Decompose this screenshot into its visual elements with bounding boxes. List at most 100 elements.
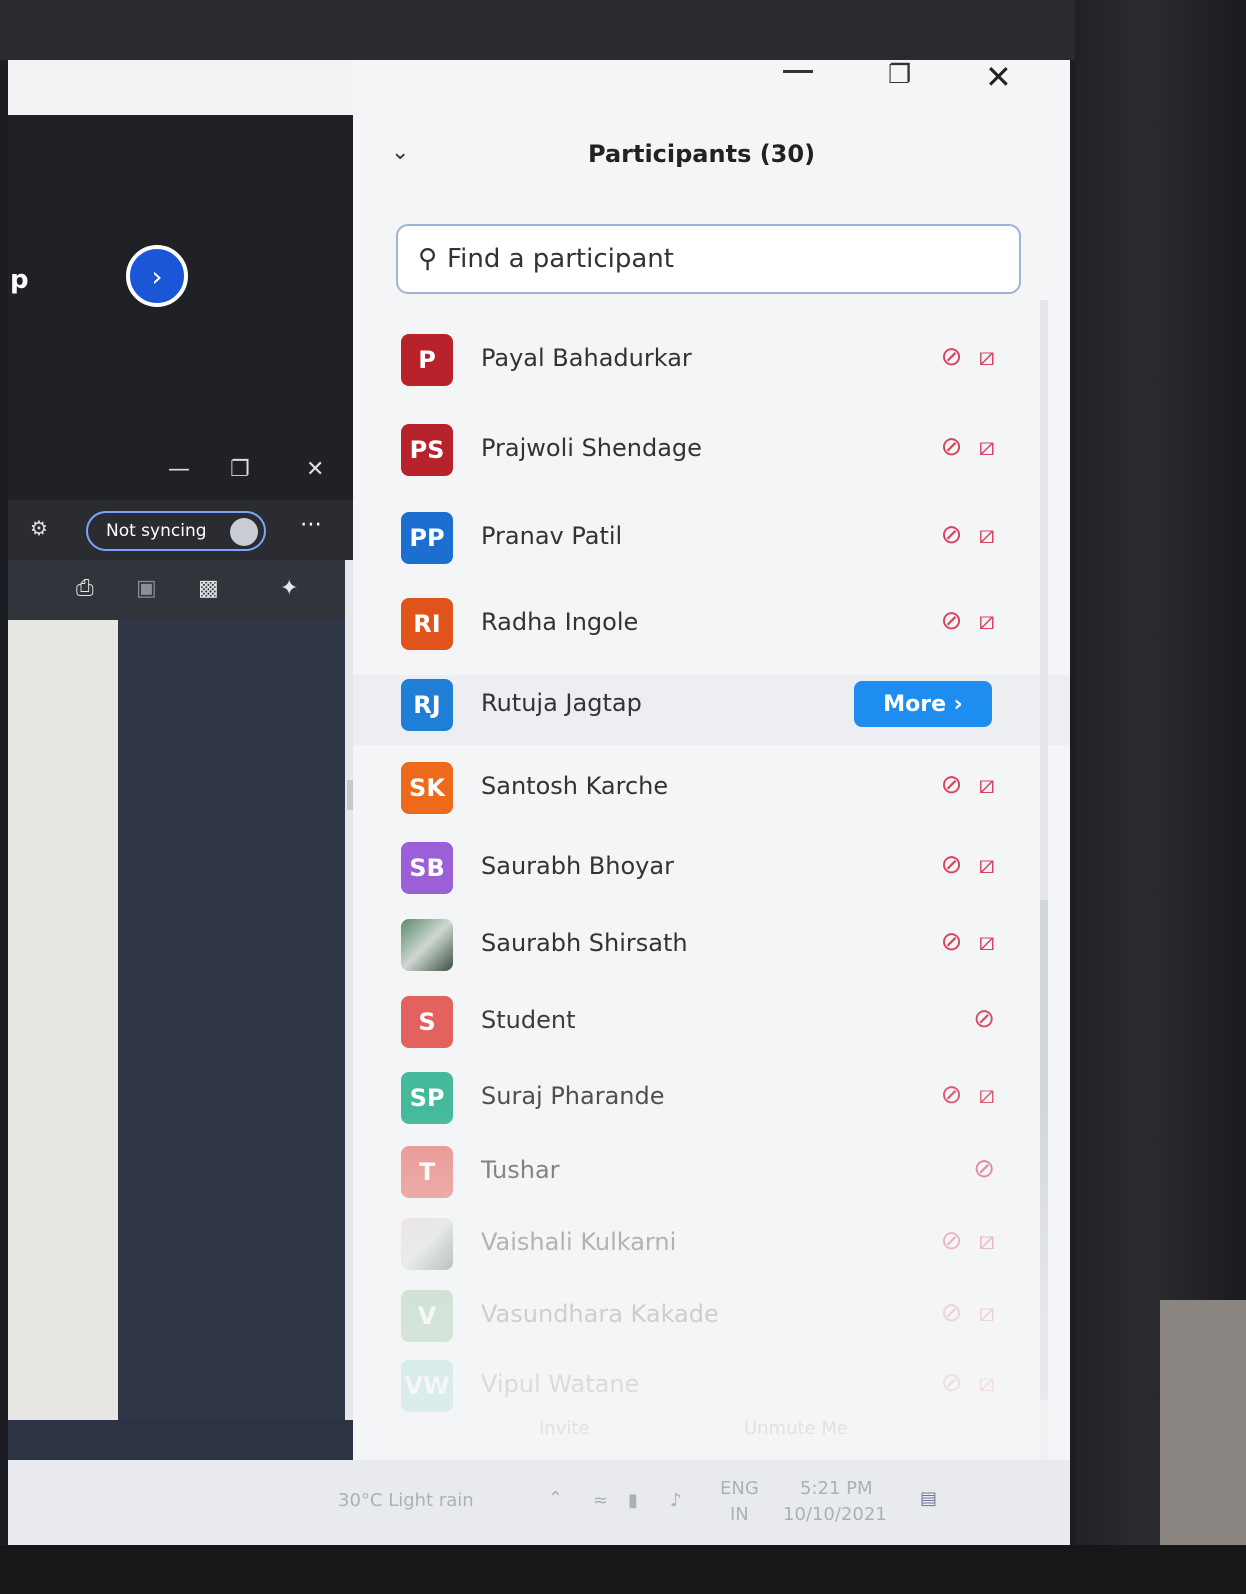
participant-name: Prajwoli Shendage	[481, 434, 702, 462]
mic-muted-icon: ⊘	[940, 1226, 963, 1256]
video-off-icon: ⧄	[978, 1368, 995, 1398]
participant-avatar: RI	[401, 598, 453, 650]
participant-avatar: SB	[401, 842, 453, 894]
participant-row[interactable]: Saurabh Shirsath ⊘ ⧄	[353, 915, 1070, 985]
next-arrow-button[interactable]: ›	[126, 245, 188, 307]
panel-title: Participants (30)	[588, 140, 816, 168]
participant-row[interactable]: Vaishali Kulkarni ⊘ ⧄	[353, 1214, 1070, 1284]
panel-footer: Invite Unmute Me	[353, 1405, 1070, 1455]
sync-status-button[interactable]: Not syncing	[86, 511, 266, 551]
participant-avatar: SP	[401, 1072, 453, 1124]
more-options-icon[interactable]: ⋯	[300, 512, 322, 537]
video-off-icon: ⧄	[978, 770, 995, 800]
profile-avatar	[230, 518, 258, 546]
video-off-icon: ⧄	[978, 520, 995, 550]
participant-row[interactable]: PS Prajwoli Shendage ⊘ ⧄	[353, 420, 1070, 490]
screen: p › — ❐ ✕ ⚙ Not syncing ⋯ ⎙ ▣ ▩ ✦ ❐ ✕ ⌄ …	[8, 60, 1070, 1545]
network-icon[interactable]: ≈	[593, 1490, 608, 1511]
language-indicator-line1[interactable]: ENG	[720, 1478, 759, 1499]
window-controls: — ❐ ✕	[158, 457, 353, 487]
browser-toolbar: ⚙ Not syncing ⋯	[8, 500, 353, 560]
participant-name: Tushar	[481, 1156, 560, 1184]
chevron-up-icon[interactable]: ⌃	[548, 1488, 563, 1509]
video-off-icon: ⧄	[978, 432, 995, 462]
participant-avatar	[401, 919, 453, 971]
video-off-icon: ⧄	[978, 850, 995, 880]
invite-button[interactable]: Invite	[533, 1411, 596, 1445]
pin-icon[interactable]: ✦	[280, 576, 298, 601]
language-indicator-line2[interactable]: IN	[730, 1504, 749, 1525]
panel-close-button[interactable]: ✕	[985, 60, 1012, 96]
participant-status-icons: ⊘ ⧄	[941, 1226, 995, 1257]
battery-icon[interactable]: ▮	[628, 1490, 638, 1511]
mic-muted-icon: ⊘	[940, 927, 963, 957]
participant-list-scrollbar[interactable]	[1040, 300, 1048, 1460]
clock-date[interactable]: 10/10/2021	[783, 1504, 887, 1525]
video-off-icon: ⧄	[978, 1080, 995, 1110]
participant-name: Suraj Pharande	[481, 1082, 665, 1110]
monitor-bezel-top	[0, 0, 1246, 60]
participant-status-icons: ⊘ ⧄	[941, 342, 995, 373]
participant-name: Saurabh Shirsath	[481, 929, 688, 957]
mic-muted-icon: ⊘	[940, 850, 963, 880]
participant-avatar: PS	[401, 424, 453, 476]
monitor-bezel-bottom	[0, 1545, 1246, 1594]
participant-status-icons: ⊘ ⧄	[941, 1368, 995, 1399]
participant-row[interactable]: V Vasundhara Kakade ⊘ ⧄	[353, 1286, 1070, 1356]
taskbar: 30°C Light rain ⌃ ≈ ▮ ♪ ENG IN 5:21 PM 1…	[8, 1460, 1070, 1545]
chevron-down-icon[interactable]: ⌄	[391, 140, 409, 165]
participant-avatar: SK	[401, 762, 453, 814]
participant-avatar: S	[401, 996, 453, 1048]
participant-list-scroll-thumb[interactable]	[1040, 900, 1048, 1400]
save-as-icon[interactable]: ▩	[198, 576, 219, 601]
participant-avatar: V	[401, 1290, 453, 1342]
pdf-page	[8, 620, 118, 1480]
participant-row[interactable]: PP Pranav Patil ⊘ ⧄	[353, 508, 1070, 578]
clock-time[interactable]: 5:21 PM	[800, 1478, 873, 1499]
volume-icon[interactable]: ♪	[670, 1490, 682, 1511]
notifications-icon[interactable]: ▤	[920, 1488, 937, 1509]
save-icon[interactable]: ▣	[136, 576, 157, 601]
background-app-window: p › — ❐ ✕ ⚙ Not syncing ⋯ ⎙ ▣ ▩ ✦	[8, 115, 359, 1495]
participant-row[interactable]: SP Suraj Pharande ⊘ ⧄	[353, 1068, 1070, 1138]
video-off-icon: ⧄	[978, 927, 995, 957]
mic-muted-icon: ⊘	[940, 606, 963, 636]
participant-row[interactable]: RJ Rutuja Jagtap More ›	[353, 675, 1070, 745]
mic-muted-icon: ⊘	[940, 1080, 963, 1110]
mic-muted-icon: ⊘	[973, 1004, 995, 1034]
participant-status-icons: ⊘	[973, 1154, 995, 1184]
participant-row[interactable]: SB Saurabh Bhoyar ⊘ ⧄	[353, 838, 1070, 908]
participant-status-icons: ⊘ ⧄	[941, 850, 995, 881]
minimize-button[interactable]: —	[168, 457, 190, 482]
participant-search-box[interactable]: ⚲	[396, 224, 1021, 294]
participant-avatar: PP	[401, 512, 453, 564]
participant-name: Vipul Watane	[481, 1370, 640, 1398]
unmute-me-button[interactable]: Unmute Me	[738, 1411, 854, 1445]
participant-status-icons: ⊘ ⧄	[941, 432, 995, 463]
participant-row[interactable]: RI Radha Ingole ⊘ ⧄	[353, 594, 1070, 664]
pdf-toolbar: ⎙ ▣ ▩ ✦	[8, 560, 353, 620]
mic-muted-icon: ⊘	[940, 1298, 963, 1328]
participant-status-icons: ⊘ ⧄	[941, 770, 995, 801]
print-icon[interactable]: ⎙	[76, 576, 94, 601]
panel-restore-button[interactable]: ❐	[888, 60, 911, 90]
participant-row[interactable]: T Tushar ⊘	[353, 1142, 1070, 1212]
participant-row[interactable]: P Payal Bahadurkar ⊘ ⧄	[353, 330, 1070, 400]
sync-status-label: Not syncing	[106, 521, 207, 541]
participant-status-icons: ⊘ ⧄	[941, 1080, 995, 1111]
video-off-icon: ⧄	[978, 1298, 995, 1328]
restore-button[interactable]: ❐	[230, 457, 250, 482]
participant-row[interactable]: S Student ⊘	[353, 992, 1070, 1062]
app-title-fragment: p	[10, 265, 29, 295]
participant-name: Saurabh Bhoyar	[481, 852, 674, 880]
participant-name: Pranav Patil	[481, 522, 623, 550]
more-button[interactable]: More ›	[854, 681, 992, 727]
panel-minimize-button[interactable]	[783, 70, 813, 73]
participant-search-input[interactable]	[445, 243, 970, 275]
weather-widget[interactable]: 30°C Light rain	[338, 1490, 474, 1511]
participant-avatar: RJ	[401, 679, 453, 731]
video-off-icon: ⧄	[978, 606, 995, 636]
extensions-icon[interactable]: ⚙	[30, 516, 48, 540]
participant-row[interactable]: SK Santosh Karche ⊘ ⧄	[353, 758, 1070, 828]
close-button[interactable]: ✕	[306, 457, 324, 482]
